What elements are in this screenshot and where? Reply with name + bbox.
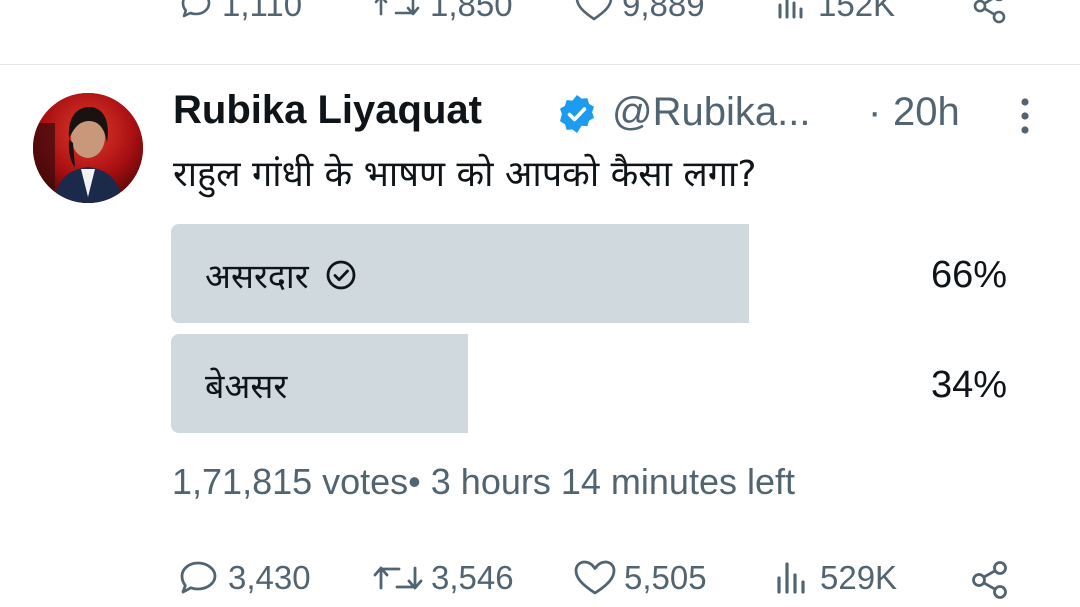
like-button[interactable]: 5,505 bbox=[572, 558, 707, 598]
poll-option-text: असरदार bbox=[205, 257, 309, 297]
retweet-icon bbox=[371, 558, 425, 598]
poll-option-percent: 66% bbox=[930, 254, 1007, 296]
views-icon bbox=[772, 558, 814, 598]
check-circle-icon bbox=[325, 259, 357, 291]
tweet-divider bbox=[0, 64, 1080, 65]
author-name[interactable]: Rubika Liyaquat bbox=[173, 88, 482, 133]
prev-reply-button[interactable]: 1,110 bbox=[178, 0, 302, 24]
poll-option-label: बेअसर bbox=[205, 362, 287, 408]
avatar[interactable] bbox=[33, 93, 143, 203]
retweet-icon bbox=[372, 0, 422, 23]
prev-retweet-button[interactable]: 1,850 bbox=[372, 0, 513, 24]
prev-views-button[interactable]: 152K bbox=[774, 0, 895, 24]
reply-icon bbox=[176, 558, 222, 598]
heart-icon bbox=[574, 0, 614, 23]
poll-option-text: बेअसर bbox=[205, 367, 288, 407]
prev-retweet-count: 1,850 bbox=[430, 0, 513, 23]
views-icon bbox=[774, 0, 810, 23]
prev-like-count: 9,889 bbox=[622, 0, 705, 23]
poll-meta: 1,71,815 votes• 3 hours 14 minutes left bbox=[172, 461, 795, 502]
views-count: 529K bbox=[820, 559, 898, 596]
poll-option-label: असरदार bbox=[205, 252, 357, 298]
prev-views-count: 152K bbox=[818, 0, 896, 23]
tweet-text: राहुल गांधी के भाषण को आपको कैसा लगा? bbox=[173, 154, 757, 195]
poll-option[interactable]: असरदार 66% bbox=[171, 224, 1007, 323]
retweet-count: 3,546 bbox=[431, 559, 514, 596]
prev-like-button[interactable]: 9,889 bbox=[574, 0, 705, 24]
meta-separator: · bbox=[868, 90, 882, 134]
author-handle[interactable]: @Rubika... bbox=[612, 90, 810, 135]
tweet-timestamp[interactable]: 20h bbox=[893, 90, 960, 135]
retweet-button[interactable]: 3,546 bbox=[371, 558, 514, 598]
prev-share-button[interactable] bbox=[970, 0, 1010, 26]
heart-icon bbox=[572, 558, 618, 598]
reply-count: 3,430 bbox=[228, 559, 311, 596]
share-icon bbox=[968, 558, 1012, 602]
share-button[interactable] bbox=[968, 558, 1012, 602]
more-vertical-icon[interactable] bbox=[1014, 98, 1036, 134]
prev-reply-count: 1,110 bbox=[222, 0, 303, 23]
reply-button[interactable]: 3,430 bbox=[176, 558, 311, 598]
verified-badge-icon bbox=[556, 93, 598, 135]
previous-tweet-action-bar: 1,110 1,850 9,889 152K bbox=[0, 0, 1080, 30]
like-count: 5,505 bbox=[624, 559, 707, 596]
poll-option-percent: 34% bbox=[930, 364, 1007, 406]
views-button[interactable]: 529K bbox=[772, 558, 897, 598]
poll-option[interactable]: बेअसर 34% bbox=[171, 334, 1007, 433]
reply-icon bbox=[178, 0, 214, 23]
share-icon bbox=[970, 0, 1010, 26]
